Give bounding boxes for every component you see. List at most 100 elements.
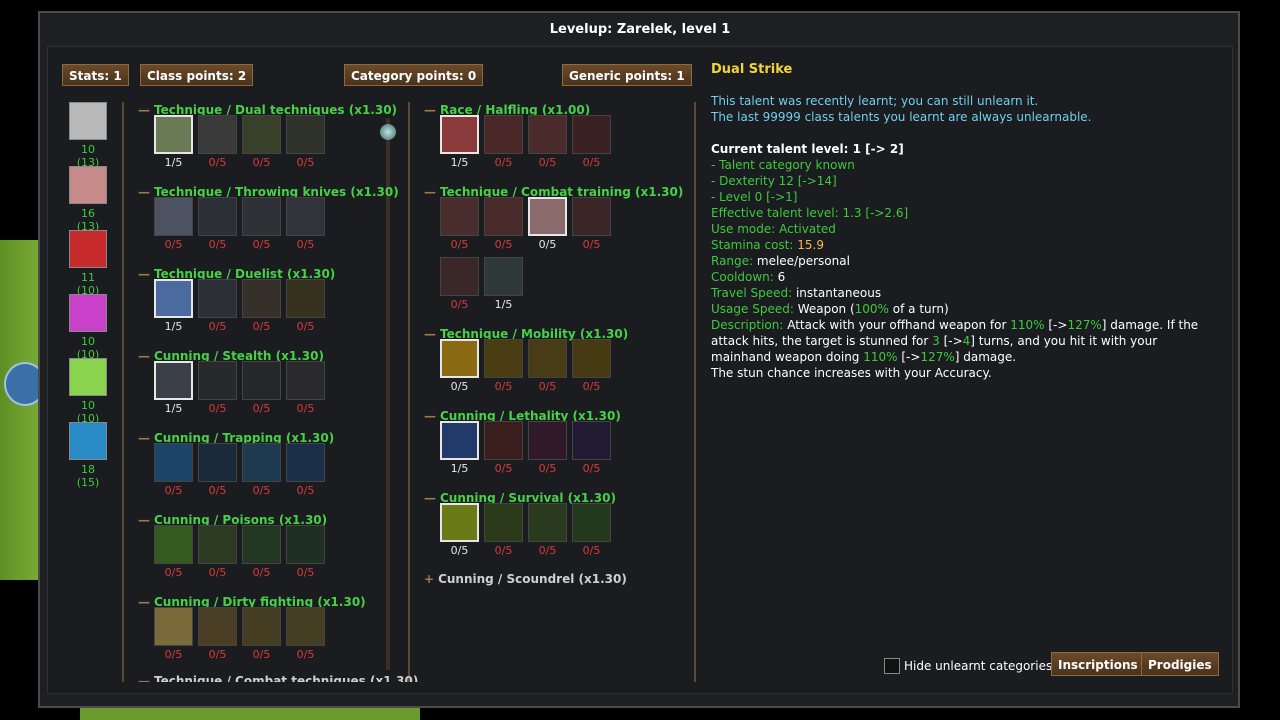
stats-points-button[interactable]: Stats: 1 [62, 64, 129, 86]
tempo-icon[interactable] [198, 279, 237, 318]
apply-poison-icon[interactable] [154, 525, 193, 564]
light-armour-icon[interactable] [528, 197, 567, 236]
category-toggle-icon[interactable]: — [138, 267, 150, 281]
inscriptions-button[interactable]: Inscriptions [1051, 652, 1145, 676]
lure-icon[interactable] [198, 443, 237, 482]
usage-speed: Usage Speed: Weapon (100% of a turn) [711, 302, 949, 316]
category-toggle-icon[interactable]: — [424, 103, 436, 117]
recent-learn-note: This talent was recently learnt; you can… [711, 94, 1039, 108]
indomitable-icon[interactable] [572, 115, 611, 154]
strength-icon[interactable] [69, 102, 107, 140]
category-toggle-icon[interactable]: — [138, 431, 150, 445]
talent-level: 0/5 [450, 238, 469, 251]
category-toggle-icon[interactable]: — [138, 513, 150, 527]
stat-entry[interactable]: 11 (10) [68, 230, 108, 297]
constitution-icon[interactable] [69, 230, 107, 268]
combat-accuracy-icon[interactable] [572, 197, 611, 236]
generic-points-button[interactable]: Generic points: 1 [562, 64, 692, 86]
danger-sense-icon[interactable] [572, 503, 611, 542]
unseen-actions-icon[interactable] [286, 361, 325, 400]
category-toggle-icon[interactable]: — [424, 409, 436, 423]
parry-icon[interactable] [154, 279, 193, 318]
requirement-level: - Level 0 [->1] [711, 190, 798, 204]
sweep-icon[interactable] [242, 115, 281, 154]
talent-level: 0/5 [164, 566, 183, 579]
talent-level: 0/5 [494, 156, 513, 169]
deadly-strikes-icon[interactable] [484, 421, 523, 460]
lethality-icon[interactable] [440, 421, 479, 460]
category-header-scoundrel[interactable]: + Cunning / Scoundrel (x1.30) [424, 572, 627, 586]
snap-icon[interactable] [572, 421, 611, 460]
stat-entry[interactable]: 10 (10) [68, 358, 108, 425]
category-toggle-icon[interactable]: — [424, 491, 436, 505]
prodigies-button[interactable]: Prodigies [1141, 652, 1219, 676]
militant-mind-icon[interactable] [528, 115, 567, 154]
scrollbar-handle[interactable] [380, 124, 396, 140]
requirement-dexterity: - Dexterity 12 [->14] [711, 174, 837, 188]
flurry-icon[interactable] [198, 115, 237, 154]
evasion-icon[interactable] [484, 339, 523, 378]
thick-skin-icon[interactable] [440, 197, 479, 236]
weapons-mastery-icon[interactable] [440, 257, 479, 296]
disable-icon[interactable] [242, 607, 281, 646]
dirty-fighting-icon[interactable] [154, 607, 193, 646]
stat-entry[interactable]: 10 (10) [68, 294, 108, 361]
stat-entry[interactable]: 10 (13) [68, 102, 108, 169]
trained-reactions-icon[interactable] [572, 339, 611, 378]
advanced-trap-icon[interactable] [242, 443, 281, 482]
device-mastery-icon[interactable] [484, 503, 523, 542]
venom-knife-icon[interactable] [242, 197, 281, 236]
talent-level: 0/5 [208, 566, 227, 579]
knife-storm-icon[interactable] [286, 197, 325, 236]
trap-launcher-icon[interactable] [286, 443, 325, 482]
vile-poisons-icon[interactable] [242, 525, 281, 564]
lunge-icon[interactable] [286, 279, 325, 318]
scrollbar-track[interactable] [386, 118, 390, 670]
willful-combat-icon[interactable] [528, 421, 567, 460]
tumble-icon[interactable] [528, 339, 567, 378]
stealth-icon[interactable] [154, 361, 193, 400]
stat-entry[interactable]: 16 (13) [68, 166, 108, 233]
category-toggle-icon[interactable]: — [424, 327, 436, 341]
category-points-button[interactable]: Category points: 0 [344, 64, 484, 86]
fan-of-knives-icon[interactable] [198, 197, 237, 236]
shadowstrike-icon[interactable] [198, 361, 237, 400]
talent-level: 0/5 [494, 380, 513, 393]
dexterity-icon[interactable] [69, 166, 107, 204]
hamstring-icon[interactable] [286, 607, 325, 646]
stat-entry[interactable]: 18 (15) [68, 422, 108, 489]
cunning-icon[interactable] [69, 422, 107, 460]
talent-level: 0/5 [538, 544, 557, 557]
hide-in-plain-sight-icon[interactable] [242, 361, 281, 400]
class-points-button[interactable]: Class points: 2 [140, 64, 254, 86]
willpower-icon[interactable] [69, 358, 107, 396]
category-toggle-icon[interactable]: — [138, 595, 150, 609]
heightened-senses-icon[interactable] [440, 503, 479, 542]
whirlwind-icon[interactable] [286, 115, 325, 154]
knife-mastery-icon[interactable] [484, 257, 523, 296]
armour-training-icon[interactable] [484, 197, 523, 236]
venomous-strike-icon[interactable] [286, 525, 325, 564]
unlearnable-note: The last 99999 class talents you learnt … [711, 110, 1092, 124]
category-toggle-icon[interactable]: — [138, 103, 150, 117]
stat-value: 18 (15) [76, 463, 100, 489]
throwing-knife-icon[interactable] [154, 197, 193, 236]
feint-icon[interactable] [242, 279, 281, 318]
dual-strike-icon[interactable] [154, 115, 193, 154]
cripple-icon[interactable] [198, 607, 237, 646]
category-toggle-icon[interactable]: — [138, 185, 150, 199]
toxic-death-icon[interactable] [198, 525, 237, 564]
magic-icon[interactable] [69, 294, 107, 332]
trap-mastery-icon[interactable] [154, 443, 193, 482]
duck-and-dodge-icon[interactable] [484, 115, 523, 154]
effective-level: Effective talent level: 1.3 [->2.6] [711, 206, 909, 220]
category-toggle-icon[interactable]: — [138, 349, 150, 363]
track-icon[interactable] [528, 503, 567, 542]
disengage-icon[interactable] [440, 339, 479, 378]
talent-level: 0/5 [252, 484, 271, 497]
category-header-cut: — Technique / Combat techniques (x1.30) [138, 674, 419, 682]
halfling-luck-icon[interactable] [440, 115, 479, 154]
hide-unlearnt-checkbox[interactable] [884, 658, 900, 674]
category-toggle-icon[interactable]: — [424, 185, 436, 199]
talent-level: 0/5 [164, 238, 183, 251]
